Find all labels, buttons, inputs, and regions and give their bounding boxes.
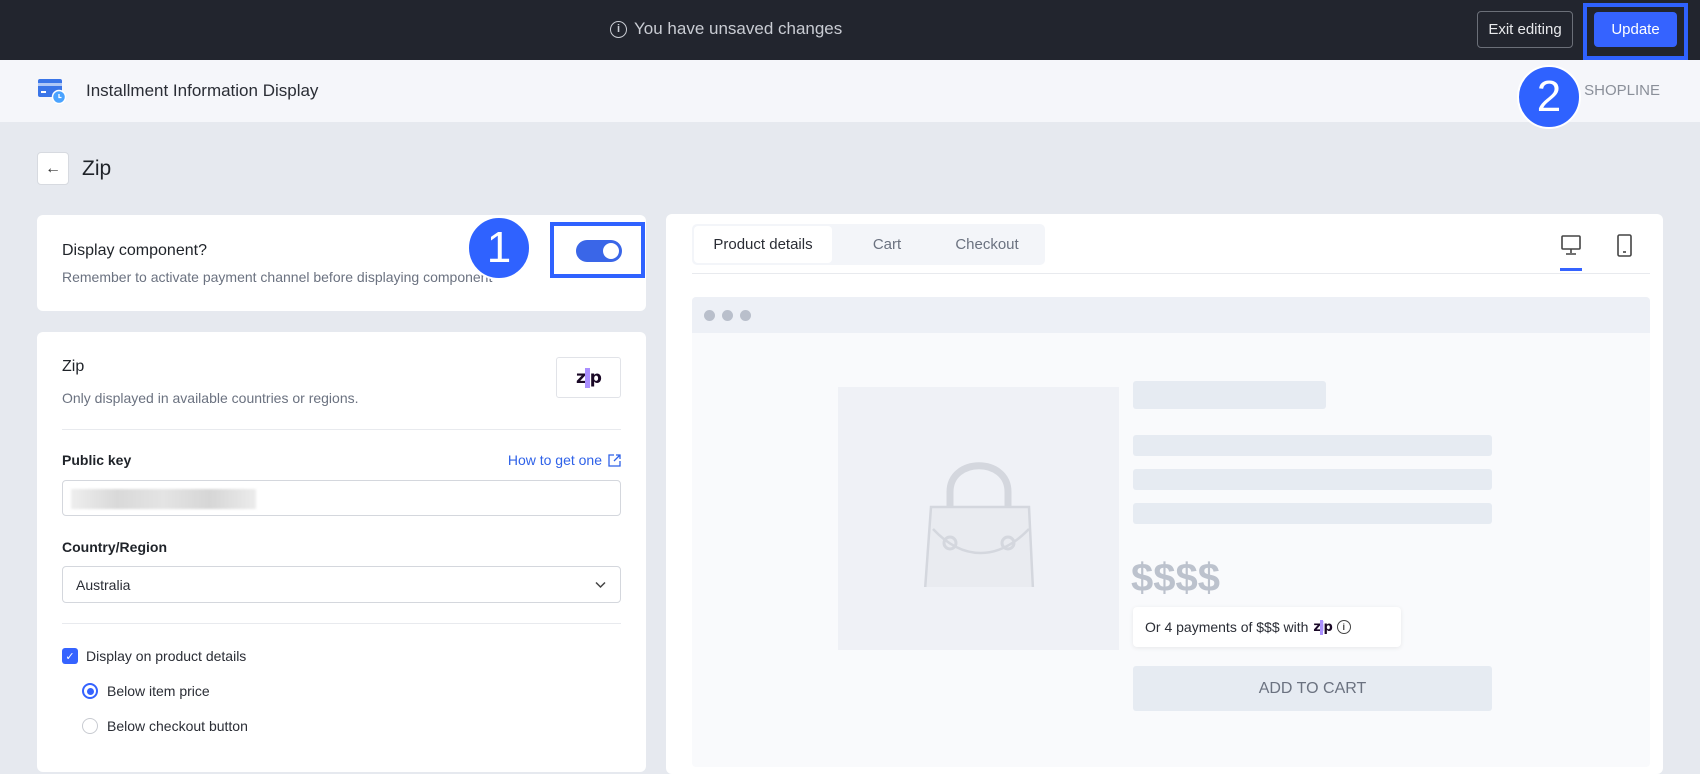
display-product-details-label: Display on product details [86, 648, 247, 664]
shopping-bag-icon [923, 462, 1035, 587]
public-key-input[interactable] [62, 480, 621, 516]
text-placeholder [1133, 503, 1492, 524]
how-to-get-one-link[interactable]: How to get one [508, 452, 621, 468]
chevron-down-icon [595, 581, 606, 589]
zip-logo: zip [1313, 619, 1333, 635]
arrow-left-icon: ← [45, 159, 61, 177]
divider [62, 429, 621, 430]
desktop-active-indicator [1560, 268, 1582, 271]
info-icon[interactable]: i [1336, 620, 1351, 634]
below-checkout-button-label: Below checkout button [107, 718, 248, 734]
tab-cart[interactable]: Cart [842, 226, 932, 263]
update-button[interactable]: Update [1594, 12, 1677, 47]
unsaved-changes-bar [0, 0, 1700, 60]
unsaved-notice: i You have unsaved changes [610, 19, 842, 39]
zip-subtitle: Only displayed in available countries or… [62, 390, 359, 406]
unsaved-text: You have unsaved changes [634, 19, 843, 38]
app-title: Installment Information Display [86, 81, 319, 100]
display-component-subtitle: Remember to activate payment channel bef… [62, 269, 493, 285]
external-link-icon [608, 453, 621, 467]
below-checkout-button-radio[interactable] [82, 718, 98, 734]
display-component-title: Display component? [62, 242, 207, 259]
mobile-icon[interactable] [1616, 234, 1634, 258]
below-item-price-label: Below item price [107, 683, 210, 699]
zip-logo: zip [556, 357, 621, 398]
preview-tabs: Product details Cart Checkout [692, 224, 1045, 265]
tab-checkout[interactable]: Checkout [937, 226, 1037, 263]
back-button[interactable]: ← [37, 152, 69, 185]
window-dot [740, 310, 751, 321]
title-placeholder [1133, 381, 1326, 409]
window-dot [722, 310, 733, 321]
how-to-get-one-text[interactable]: How to get one [508, 452, 602, 468]
redacted-key [71, 489, 256, 509]
step-marker-1: 1 [467, 216, 531, 280]
country-region-label: Country/Region [62, 539, 167, 555]
country-region-select[interactable]: Australia [62, 566, 621, 603]
divider [62, 623, 621, 624]
public-key-label: Public key [62, 452, 132, 468]
text-placeholder [1133, 469, 1492, 490]
product-image-placeholder [838, 387, 1119, 650]
display-product-details-checkbox[interactable]: ✓ [62, 648, 78, 664]
zip-title: Zip [62, 358, 85, 375]
country-value: Australia [76, 577, 131, 593]
text-placeholder [1133, 435, 1492, 456]
desktop-icon[interactable] [1560, 234, 1582, 256]
browser-chrome [692, 297, 1650, 333]
page-title: Zip [82, 157, 112, 180]
add-to-cart-button: ADD TO CART [1133, 666, 1492, 711]
zip-installment-badge: Or 4 payments of $$$ with zip i [1133, 607, 1401, 647]
tab-product-details[interactable]: Product details [694, 226, 832, 263]
below-item-price-radio[interactable] [82, 683, 98, 699]
info-icon: i [610, 20, 627, 38]
exit-editing-button[interactable]: Exit editing [1477, 11, 1573, 48]
step-marker-2: 2 [1517, 65, 1581, 129]
installment-text: Or 4 payments of $$$ with [1145, 619, 1309, 635]
window-dot [704, 310, 715, 321]
price-placeholder: $$$$ [1131, 556, 1220, 600]
display-component-toggle[interactable] [576, 240, 622, 262]
app-icon [38, 78, 67, 105]
divider [692, 273, 1650, 274]
